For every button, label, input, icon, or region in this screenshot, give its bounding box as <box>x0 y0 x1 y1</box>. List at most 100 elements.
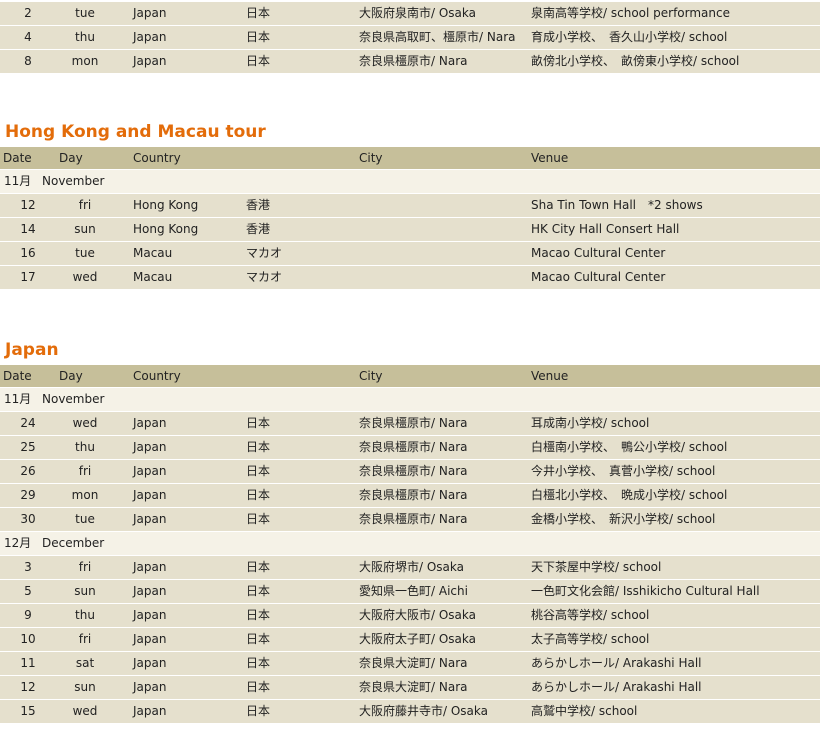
country-ja-cell: マカオ <box>246 270 283 284</box>
date-cell: 25 <box>20 440 36 454</box>
month-number: 11月 <box>4 174 32 188</box>
date-cell: 17 <box>20 270 36 284</box>
country-cell: Japan <box>133 6 167 20</box>
header-country: Country <box>133 151 181 165</box>
table-row: 25 thu Japan 日本 奈良県橿原市/ Nara 白橿南小学校、 鴨公小… <box>0 436 820 460</box>
city-cell: 奈良県大淀町/ Nara <box>359 656 468 670</box>
month-number: 11月 <box>4 392 32 406</box>
table-row: 29 mon Japan 日本 奈良県橿原市/ Nara 白橿北小学校、 晩成小… <box>0 484 820 508</box>
country-ja-cell: 日本 <box>246 512 271 526</box>
country-ja-cell: 日本 <box>246 560 271 574</box>
month-name: December <box>42 536 105 550</box>
city-cell: 大阪府太子町/ Osaka <box>359 632 477 646</box>
venue-cell: 太子高等学校/ school <box>531 632 650 646</box>
country-cell: Hong Kong <box>133 222 199 236</box>
date-cell: 14 <box>20 222 36 236</box>
country-ja-cell: 日本 <box>246 632 271 646</box>
country-cell: Macau <box>133 246 173 260</box>
day-cell: tue <box>75 6 95 20</box>
date-cell: 29 <box>20 488 36 502</box>
table-row: 4 thu Japan 日本 奈良県高取町、橿原市/ Nara 育成小学校、 香… <box>0 26 820 50</box>
table-row: 9 thu Japan 日本 大阪府大阪市/ Osaka 桃谷高等学校/ sch… <box>0 604 820 628</box>
hk-macau-schedule-table: Date Day Country City Venue 11月 November… <box>0 147 820 290</box>
country-ja-cell: 日本 <box>246 30 271 44</box>
table-header-row: Date Day Country City Venue <box>0 365 820 388</box>
country-ja-cell: 日本 <box>246 54 271 68</box>
day-cell: wed <box>72 416 98 430</box>
month-number: 12月 <box>4 536 32 550</box>
venue-cell: 耳成南小学校/ school <box>531 416 650 430</box>
country-cell: Japan <box>133 54 167 68</box>
country-cell: Macau <box>133 270 173 284</box>
venue-cell: 育成小学校、 香久山小学校/ school <box>531 30 728 44</box>
day-cell: tue <box>75 512 95 526</box>
day-cell: mon <box>71 488 99 502</box>
table-row: 16 tue Macau マカオ Macao Cultural Center <box>0 242 820 266</box>
country-cell: Japan <box>133 416 167 430</box>
table-row: 15 wed Japan 日本 大阪府藤井寺市/ Osaka 高鷲中学校/ sc… <box>0 700 820 724</box>
country-ja-cell: 香港 <box>246 222 271 236</box>
table-row: 12 sun Japan 日本 奈良県大淀町/ Nara あらかしホール/ Ar… <box>0 676 820 700</box>
day-cell: thu <box>75 30 95 44</box>
country-cell: Japan <box>133 440 167 454</box>
country-ja-cell: 日本 <box>246 488 271 502</box>
date-cell: 24 <box>20 416 36 430</box>
city-cell: 奈良県橿原市/ Nara <box>359 440 468 454</box>
table-row: 30 tue Japan 日本 奈良県橿原市/ Nara 金橋小学校、 新沢小学… <box>0 508 820 532</box>
header-city: City <box>359 151 383 165</box>
venue-cell: 高鷲中学校/ school <box>531 704 638 718</box>
date-cell: 26 <box>20 464 36 478</box>
table-row: 12 fri Hong Kong 香港 Sha Tin Town Hall *2… <box>0 194 820 218</box>
day-cell: sat <box>75 656 95 670</box>
header-date: Date <box>3 369 32 383</box>
table-row: 2 tue Japan 日本 大阪府泉南市/ Osaka 泉南高等学校/ sch… <box>0 2 820 26</box>
table-row: 14 sun Hong Kong 香港 HK City Hall Consert… <box>0 218 820 242</box>
day-cell: fri <box>78 198 92 212</box>
month-row-december: 12月 December <box>0 532 820 556</box>
venue-cell: 桃谷高等学校/ school <box>531 608 650 622</box>
city-cell: 大阪府大阪市/ Osaka <box>359 608 477 622</box>
country-cell: Hong Kong <box>133 198 199 212</box>
header-venue: Venue <box>531 151 569 165</box>
date-cell: 4 <box>24 30 32 44</box>
country-cell: Japan <box>133 488 167 502</box>
table-header-row: Date Day Country City Venue <box>0 147 820 170</box>
country-ja-cell: 日本 <box>246 656 271 670</box>
date-cell: 16 <box>20 246 36 260</box>
country-ja-cell: 香港 <box>246 198 271 212</box>
country-cell: Japan <box>133 584 167 598</box>
header-venue: Venue <box>531 369 569 383</box>
table-row: 3 fri Japan 日本 大阪府堺市/ Osaka 天下茶屋中学校/ sch… <box>0 556 820 580</box>
day-cell: thu <box>75 440 95 454</box>
venue-cell: 白橿北小学校、 晩成小学校/ school <box>531 488 728 502</box>
country-ja-cell: 日本 <box>246 584 271 598</box>
city-cell: 奈良県橿原市/ Nara <box>359 512 468 526</box>
country-cell: Japan <box>133 512 167 526</box>
table-row: 17 wed Macau マカオ Macao Cultural Center <box>0 266 820 290</box>
day-cell: sun <box>74 584 96 598</box>
country-cell: Japan <box>133 560 167 574</box>
table-row: 8 mon Japan 日本 奈良県橿原市/ Nara 畝傍北小学校、 畝傍東小… <box>0 50 820 74</box>
city-cell: 大阪府藤井寺市/ Osaka <box>359 704 489 718</box>
city-cell: 奈良県橿原市/ Nara <box>359 54 468 68</box>
venue-cell: 泉南高等学校/ school performance <box>531 6 730 20</box>
venue-cell: 天下茶屋中学校/ school <box>531 560 662 574</box>
day-cell: fri <box>78 632 92 646</box>
date-cell: 8 <box>24 54 32 68</box>
country-ja-cell: 日本 <box>246 704 271 718</box>
header-day: Day <box>59 151 83 165</box>
day-cell: thu <box>75 608 95 622</box>
table-row: 26 fri Japan 日本 奈良県橿原市/ Nara 今井小学校、 真菅小学… <box>0 460 820 484</box>
month-name: November <box>42 174 105 188</box>
day-cell: wed <box>72 270 98 284</box>
date-cell: 2 <box>24 6 32 20</box>
city-cell: 奈良県大淀町/ Nara <box>359 680 468 694</box>
venue-cell: あらかしホール/ Arakashi Hall <box>531 680 702 694</box>
venue-cell: 金橋小学校、 新沢小学校/ school <box>531 512 716 526</box>
city-cell: 愛知県一色町/ Aichi <box>359 584 468 598</box>
table-row: 24 wed Japan 日本 奈良県橿原市/ Nara 耳成南小学校/ sch… <box>0 412 820 436</box>
month-row-november: 11月 November <box>0 170 820 194</box>
date-cell: 5 <box>24 584 32 598</box>
country-ja-cell: 日本 <box>246 416 271 430</box>
date-cell: 30 <box>20 512 36 526</box>
